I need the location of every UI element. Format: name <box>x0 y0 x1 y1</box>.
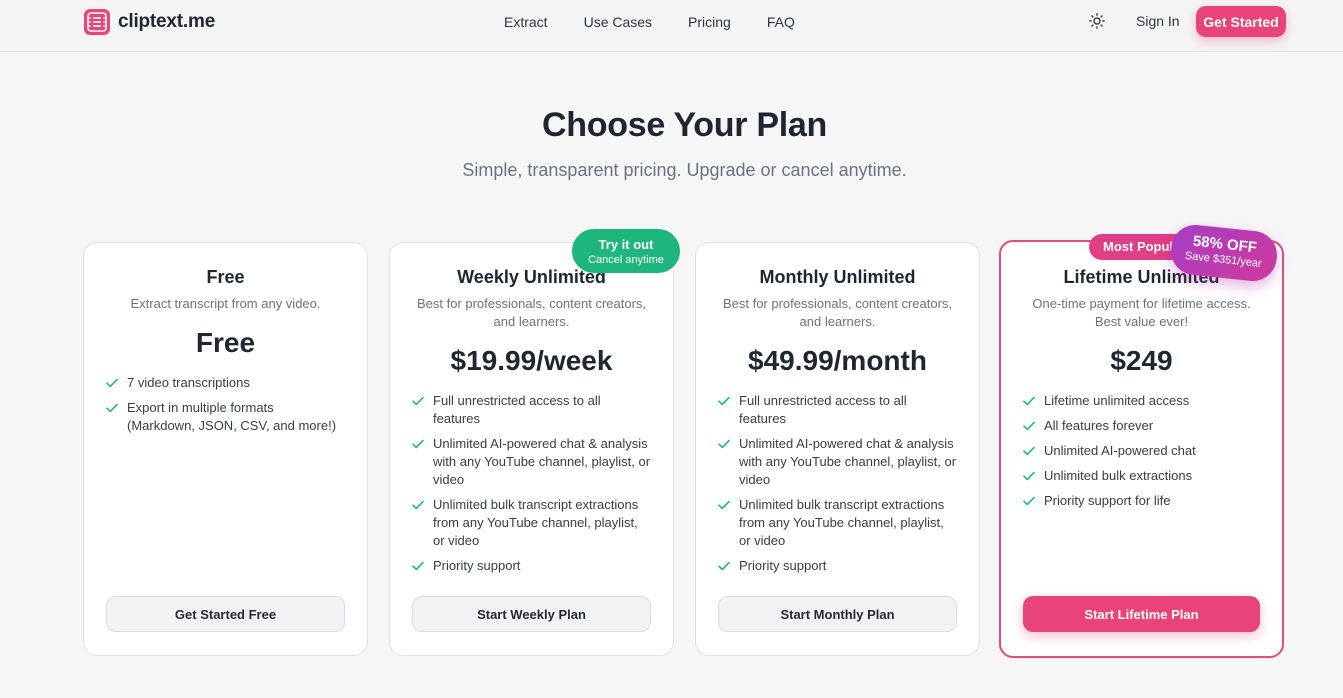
plan-feature-text: 7 video transcriptions <box>127 375 250 390</box>
plan-card-free: Free Extract transcript from any video. … <box>83 242 368 656</box>
plan-feature: All features forever <box>1023 417 1260 435</box>
plan-feature-list: Lifetime unlimited access All features f… <box>1023 392 1260 517</box>
check-icon <box>718 396 730 406</box>
plan-price: $49.99/month <box>748 345 927 376</box>
plan-feature-text: Unlimited bulk extractions <box>1044 468 1193 483</box>
plan-feature: Export in multiple formats (Markdown, JS… <box>106 399 345 435</box>
plan-feature: Priority support for life <box>1023 492 1260 510</box>
top-navbar: cliptext.me Extract Use Cases Pricing FA… <box>0 0 1343 52</box>
plan-feature: Unlimited AI-powered chat & analysis wit… <box>718 435 957 489</box>
check-icon <box>412 439 424 449</box>
plan-feature: Full unrestricted access to all features <box>718 392 957 428</box>
check-icon <box>106 403 118 413</box>
plan-feature-text: Full unrestricted access to all features <box>433 393 601 426</box>
check-icon <box>718 439 730 449</box>
plan-feature-list: 7 video transcriptions Export in multipl… <box>106 374 345 442</box>
check-icon <box>1023 396 1035 406</box>
plan-title: Monthly Unlimited <box>759 267 916 287</box>
sun-icon <box>1089 13 1105 29</box>
plan-feature-text: Export in multiple formats (Markdown, JS… <box>127 400 337 433</box>
plan-feature: Unlimited bulk transcript extractions fr… <box>412 496 651 550</box>
start-lifetime-plan-button[interactable]: Start Lifetime Plan <box>1023 596 1260 632</box>
plan-description: Extract transcript from any video. <box>130 296 321 311</box>
check-icon <box>718 500 730 510</box>
plan-feature: Unlimited AI-powered chat <box>1023 442 1260 460</box>
plan-feature: Priority support <box>718 557 957 575</box>
plan-price: $19.99/week <box>450 345 613 376</box>
plan-card-lifetime: Lifetime Unlimited One-time payment for … <box>999 240 1284 658</box>
plan-card-weekly: Weekly Unlimited Best for professionals,… <box>389 242 674 656</box>
start-weekly-plan-button[interactable]: Start Weekly Plan <box>412 596 651 632</box>
check-icon <box>1023 496 1035 506</box>
nav-link-use-cases[interactable]: Use Cases <box>584 14 652 30</box>
plan-feature-text: Unlimited AI-powered chat & analysis wit… <box>739 436 957 487</box>
brand-logo-icon <box>84 9 110 35</box>
nav-link-faq[interactable]: FAQ <box>767 14 795 30</box>
plan-feature: Lifetime unlimited access <box>1023 392 1260 410</box>
plan-feature: Priority support <box>412 557 651 575</box>
check-icon <box>412 561 424 571</box>
plan-price: Free <box>195 327 256 358</box>
plan-feature-text: Unlimited bulk transcript extractions fr… <box>433 497 639 548</box>
check-icon <box>412 500 424 510</box>
plan-feature-text: Unlimited AI-powered chat <box>1044 443 1196 458</box>
badge-title: Try it out <box>598 237 654 252</box>
plan-price: $249 <box>1110 345 1173 376</box>
try-it-out-badge: Try it out Cancel anytime <box>572 229 680 273</box>
get-started-button[interactable]: Get Started <box>1196 6 1286 37</box>
sign-in-link[interactable]: Sign In <box>1136 13 1180 29</box>
brand-logo-link[interactable]: cliptext.me <box>84 9 215 35</box>
plan-feature: Unlimited AI-powered chat & analysis wit… <box>412 435 651 489</box>
check-icon <box>718 561 730 571</box>
brand-name: cliptext.me <box>118 11 216 32</box>
plan-feature-list: Full unrestricted access to all features… <box>412 392 651 582</box>
plan-title: Free <box>206 267 245 287</box>
plan-card-monthly: Monthly Unlimited Best for professionals… <box>695 242 980 656</box>
plan-feature-text: All features forever <box>1044 418 1154 433</box>
plan-description: One-time payment for lifetime access. Be… <box>1032 296 1251 329</box>
nav-link-pricing[interactable]: Pricing <box>688 14 731 30</box>
plan-feature-list: Full unrestricted access to all features… <box>718 392 957 582</box>
plan-description: Best for professionals, content creators… <box>722 296 953 329</box>
badge-subtitle: Cancel anytime <box>588 254 664 266</box>
plan-feature: 7 video transcriptions <box>106 374 345 392</box>
check-icon <box>106 378 118 388</box>
get-started-free-button[interactable]: Get Started Free <box>106 596 345 632</box>
plan-feature: Unlimited bulk transcript extractions fr… <box>718 496 957 550</box>
main-nav: Extract Use Cases Pricing FAQ <box>504 0 795 44</box>
plan-feature-text: Priority support <box>433 558 521 573</box>
plan-feature: Full unrestricted access to all features <box>412 392 651 428</box>
theme-toggle-button[interactable] <box>1088 12 1106 30</box>
check-icon <box>1023 446 1035 456</box>
plan-description: Best for professionals, content creators… <box>416 296 647 329</box>
page-title: Choose Your Plan <box>542 106 827 144</box>
plan-feature-text: Unlimited AI-powered chat & analysis wit… <box>433 436 651 487</box>
start-monthly-plan-button[interactable]: Start Monthly Plan <box>718 596 957 632</box>
plan-feature: Unlimited bulk extractions <box>1023 467 1260 485</box>
nav-link-extract[interactable]: Extract <box>504 14 548 30</box>
plan-feature-text: Priority support <box>739 558 827 573</box>
check-icon <box>1023 471 1035 481</box>
check-icon <box>1023 421 1035 431</box>
check-icon <box>412 396 424 406</box>
page-subtitle: Simple, transparent pricing. Upgrade or … <box>462 160 907 180</box>
plan-feature-text: Priority support for life <box>1044 493 1171 508</box>
plan-feature-text: Full unrestricted access to all features <box>739 393 907 426</box>
plan-feature-text: Lifetime unlimited access <box>1044 393 1190 408</box>
plan-feature-text: Unlimited bulk transcript extractions fr… <box>739 497 945 548</box>
